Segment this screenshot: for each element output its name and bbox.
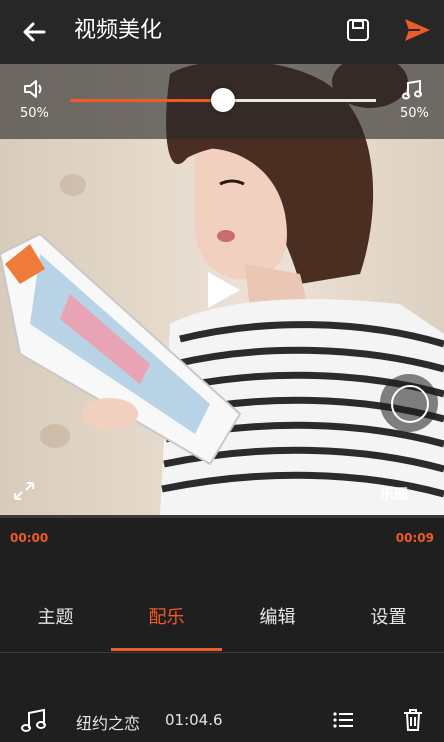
- volume-slider-handle[interactable]: [211, 88, 235, 112]
- music-volume-percent: 50%: [400, 106, 429, 121]
- save-icon[interactable]: [344, 16, 372, 44]
- trash-icon[interactable]: [402, 708, 424, 732]
- volume-slider-fill: [70, 99, 223, 102]
- divider: [0, 652, 444, 653]
- watermark: 乐图: [380, 487, 408, 503]
- tab-music[interactable]: 配乐: [111, 594, 222, 652]
- music-note-icon: [402, 79, 422, 100]
- music-title: 纽约之恋: [76, 714, 141, 733]
- music-duration: 01:04.6: [165, 711, 223, 729]
- music-track-row[interactable]: 纽约之恋 01:04.6: [0, 694, 444, 742]
- tab-theme[interactable]: 主题: [0, 594, 111, 652]
- list-icon[interactable]: [332, 710, 354, 730]
- expand-icon[interactable]: [12, 480, 36, 502]
- record-circle-button[interactable]: [380, 374, 438, 432]
- video-volume-percent: 50%: [20, 106, 49, 121]
- music-note-icon: [21, 708, 46, 732]
- send-icon[interactable]: [402, 16, 432, 44]
- total-time: 00:09: [395, 531, 434, 545]
- play-icon[interactable]: [204, 270, 242, 310]
- tab-settings[interactable]: 设置: [333, 594, 444, 652]
- playback-progress-bar[interactable]: [0, 515, 444, 518]
- active-tab-indicator: [111, 648, 222, 651]
- arrow-left-icon[interactable]: [18, 16, 50, 48]
- speaker-icon: [24, 80, 42, 98]
- page-title: 视频美化: [74, 18, 163, 43]
- tab-bar: 主题 配乐 编辑 设置: [0, 594, 444, 652]
- top-bar: 视频美化: [0, 0, 444, 64]
- current-time: 00:00: [10, 531, 49, 545]
- ring-icon: [391, 385, 429, 423]
- tab-edit[interactable]: 编辑: [222, 594, 333, 652]
